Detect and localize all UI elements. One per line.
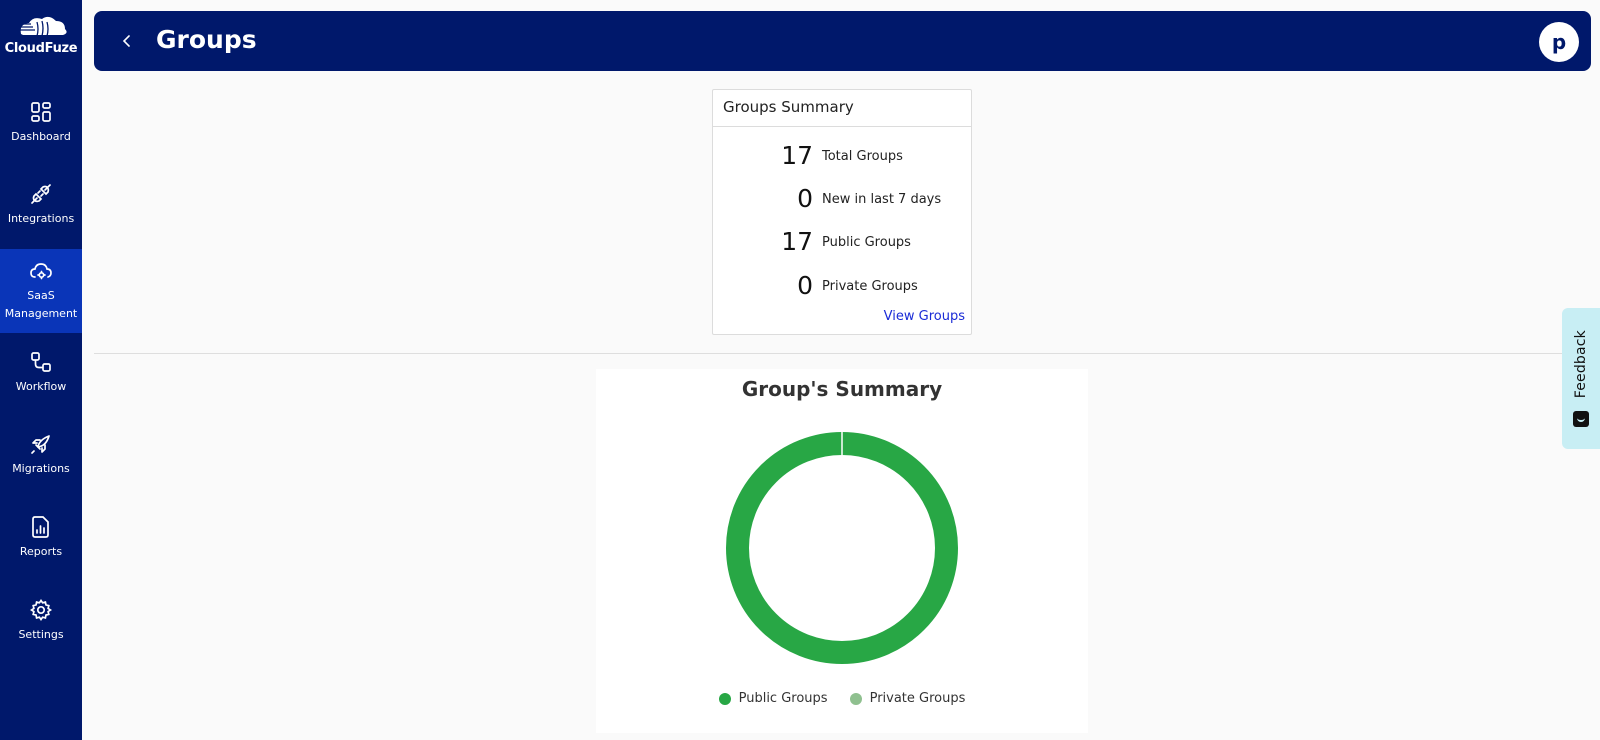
view-groups-link[interactable]: View Groups [884,309,965,324]
stat-value: 17 [781,141,813,170]
sidebar-item-label: Reports [19,545,63,558]
feedback-smile-icon [1573,410,1589,427]
avatar[interactable]: p [1539,22,1579,62]
sidebar-item-saas-management[interactable]: SaaS Management [0,249,82,333]
legend-dot [718,692,731,705]
stat-label: New in last 7 days [822,192,942,207]
sidebar-item-settings[interactable]: Settings [0,580,82,662]
groups-chart-panel: Group's Summary Public Groups Private Gr… [596,369,1088,733]
legend-item-private[interactable]: Private Groups [849,691,966,706]
legend-label: Public Groups [738,691,828,706]
chevron-left-icon [122,35,130,47]
sidebar-item-reports[interactable]: Reports [0,497,82,579]
stat-label: Private Groups [822,279,918,294]
page-header: Groups p [94,11,1591,71]
sidebar-item-label: Workflow [15,380,67,393]
brand-name: CloudFuze [4,41,78,56]
stat-private-groups: 0 Private Groups [713,268,973,304]
stat-public-groups: 17 Public Groups [713,224,973,260]
groups-summary-card: Groups Summary 17 Total Groups 0 New in … [712,89,972,335]
sidebar-item-label: Migrations [12,462,70,475]
legend-label: Private Groups [869,691,966,706]
chart-legend: Public Groups Private Groups [596,691,1088,706]
stat-value: 17 [781,227,813,256]
legend-dot [849,692,862,705]
sidebar-item-label: Settings [18,628,64,641]
stat-label: Public Groups [822,235,911,250]
gear-icon [29,599,53,621]
sidebar-item-dashboard[interactable]: Dashboard [0,82,82,164]
brand-logo[interactable]: CloudFuze [0,14,82,66]
donut-slice-public-groups[interactable] [726,432,958,664]
back-button[interactable] [112,26,142,56]
feedback-tab[interactable]: Feedback [1562,308,1600,449]
sidebar-item-label: Integrations [7,212,75,225]
sidebar-item-workflow[interactable]: Workflow [0,332,82,414]
stat-new-groups: 0 New in last 7 days [713,181,973,217]
donut-chart [726,432,958,664]
dashboard-icon [31,102,51,122]
cloud-gear-icon [30,263,52,280]
stat-value: 0 [797,271,813,300]
summary-card-title: Groups Summary [713,90,971,127]
plug-icon [31,184,51,204]
section-divider [94,353,1564,354]
chart-title: Group's Summary [741,377,943,401]
cloudfuze-logo-icon [11,16,67,37]
page-title: Groups [156,25,257,54]
sidebar-item-integrations[interactable]: Integrations [0,164,82,246]
sidebar-item-label: SaaS Management [4,289,78,320]
stat-label: Total Groups [822,149,903,164]
workflow-icon [31,352,51,372]
sidebar-item-label: Dashboard [11,130,71,143]
rocket-icon [31,435,50,454]
sidebar-item-migrations[interactable]: Migrations [0,414,82,496]
report-icon [32,516,49,538]
legend-item-public[interactable]: Public Groups [718,691,828,706]
feedback-label: Feedback [1573,330,1589,399]
stat-total-groups: 17 Total Groups [713,138,973,174]
sidebar: CloudFuze Dashboard Integrations SaaS Ma… [0,0,82,740]
stat-value: 0 [797,184,813,213]
